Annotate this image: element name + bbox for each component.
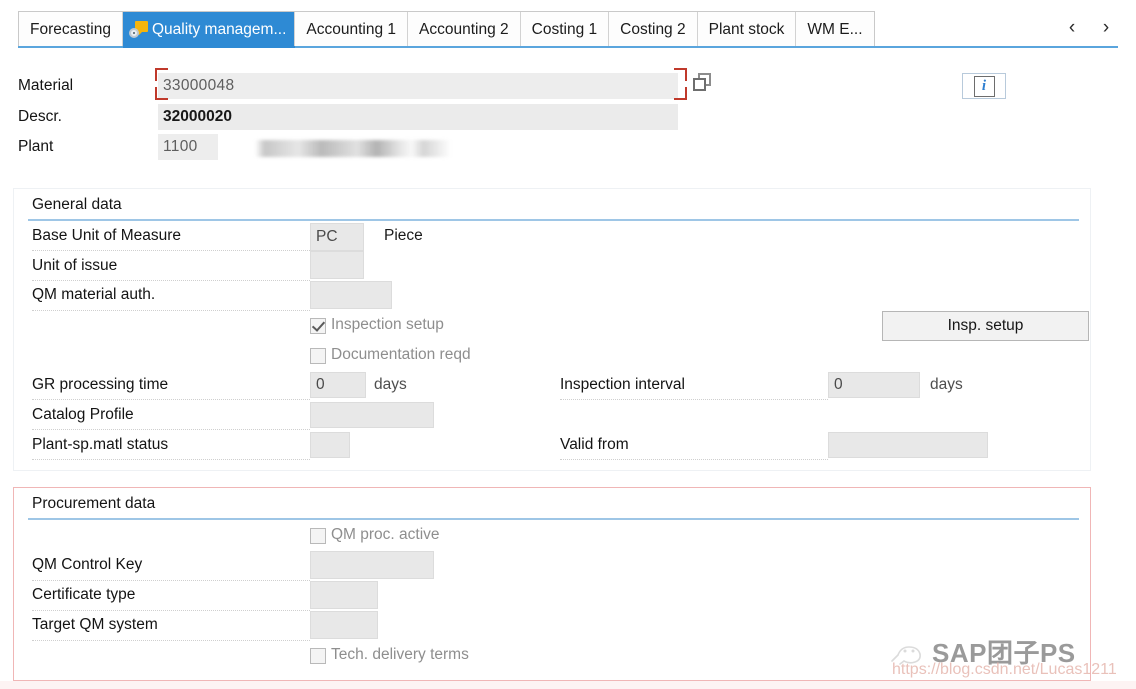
material-label: Material <box>18 77 74 94</box>
gr-processing-time-input[interactable]: 0 <box>310 372 366 398</box>
tab-plant-stock[interactable]: Plant stock <box>697 12 797 47</box>
gr-processing-time-label: GR processing time <box>32 376 169 393</box>
field-underline <box>32 579 310 581</box>
tab-label: Plant stock <box>708 20 785 38</box>
material-row: Material 33000048 <box>18 72 678 100</box>
general-data-title: General data <box>32 196 122 213</box>
tab-label: Accounting 1 <box>306 20 397 38</box>
tab-active-indicator <box>122 46 296 48</box>
tab-label: Forecasting <box>30 20 111 38</box>
unit-of-issue-input[interactable] <box>310 251 364 279</box>
tab-label: Costing 1 <box>531 20 598 38</box>
plant-description-redacted <box>255 140 451 157</box>
target-qm-system-input[interactable] <box>310 611 378 639</box>
procurement-data-rule <box>28 518 1079 520</box>
certificate-type-label: Certificate type <box>32 586 136 603</box>
plant-row: Plant 1100 <box>18 133 218 161</box>
insp-setup-button[interactable]: Insp. setup <box>882 311 1089 341</box>
plant-input[interactable]: 1100 <box>158 134 218 160</box>
tab-label: WM E... <box>807 20 863 38</box>
gr-processing-time-unit: days <box>374 376 407 393</box>
qm-control-key-label: QM Control Key <box>32 556 143 573</box>
documentation-reqd-label: Documentation reqd <box>331 346 471 363</box>
inspection-interval-label: Inspection interval <box>560 376 685 393</box>
plant-sp-matl-status-input[interactable] <box>310 432 350 458</box>
valid-from-label: Valid from <box>560 436 629 453</box>
tab-forecasting[interactable]: Forecasting <box>19 12 123 47</box>
plant-sp-matl-status-label: Plant-sp.matl status <box>32 436 169 453</box>
tab-quality-management[interactable]: Quality managem... <box>122 12 296 47</box>
field-underline <box>32 398 310 400</box>
field-underline <box>32 639 310 641</box>
descr-row: Descr. 32000020 <box>18 103 678 131</box>
descr-input[interactable]: 32000020 <box>158 104 678 130</box>
qm-material-auth-input[interactable] <box>310 281 392 309</box>
tech-delivery-terms-label: Tech. delivery terms <box>331 646 469 663</box>
general-data-panel: General data Base Unit of Measure PC Pie… <box>13 188 1091 471</box>
catalog-profile-input[interactable] <box>310 402 434 428</box>
certificate-type-input[interactable] <box>310 581 378 609</box>
field-underline <box>32 458 310 460</box>
procurement-data-title: Procurement data <box>32 495 156 512</box>
info-icon[interactable]: i <box>962 73 1006 99</box>
tab-label: Quality managem... <box>151 20 287 38</box>
tab-costing-2[interactable]: Costing 2 <box>609 12 698 47</box>
qm-control-key-input[interactable] <box>310 551 434 579</box>
catalog-profile-label: Catalog Profile <box>32 406 134 423</box>
qm-proc-active-checkbox[interactable] <box>310 528 326 544</box>
descr-label: Descr. <box>18 108 62 125</box>
plant-label: Plant <box>18 138 54 155</box>
field-underline <box>32 428 310 430</box>
tab-accounting-2[interactable]: Accounting 2 <box>408 12 521 47</box>
base-unit-of-measure-text: Piece <box>384 227 423 244</box>
inspection-interval-unit: days <box>930 376 963 393</box>
tab-bar: Forecasting Quality managem... Accountin… <box>0 0 1136 52</box>
inspection-setup-checkbox[interactable] <box>310 318 326 334</box>
tech-delivery-terms-checkbox[interactable] <box>310 648 326 664</box>
valid-from-input[interactable] <box>828 432 988 458</box>
field-underline <box>32 309 310 311</box>
tab-label: Costing 2 <box>620 20 686 38</box>
field-underline <box>32 249 310 251</box>
tab-accounting-1[interactable]: Accounting 1 <box>295 12 409 47</box>
base-unit-of-measure-input[interactable]: PC <box>310 223 364 251</box>
tab-scroll-left-icon[interactable]: ‹ <box>1060 14 1084 42</box>
inspection-interval-input[interactable]: 0 <box>828 372 920 398</box>
procurement-data-panel: Procurement data QM proc. active QM Cont… <box>13 487 1091 681</box>
tab-scroll-right-icon[interactable]: › <box>1094 14 1118 42</box>
inspection-setup-label: Inspection setup <box>331 316 444 333</box>
material-input[interactable]: 33000048 <box>158 73 678 99</box>
field-underline <box>560 458 828 460</box>
target-qm-system-label: Target QM system <box>32 616 158 633</box>
tab-label: Accounting 2 <box>419 20 509 38</box>
documentation-reqd-checkbox[interactable] <box>310 348 326 364</box>
tab-wm-execution[interactable]: WM E... <box>796 12 874 47</box>
quality-management-icon <box>128 21 148 38</box>
tab-costing-1[interactable]: Costing 1 <box>520 12 610 47</box>
base-unit-of-measure-label: Base Unit of Measure <box>32 227 182 244</box>
info-glyph: i <box>973 75 995 97</box>
bottom-edge-strip <box>0 681 1136 689</box>
qm-material-auth-label: QM material auth. <box>32 286 156 303</box>
unit-of-issue-label: Unit of issue <box>32 257 118 274</box>
field-underline <box>560 398 828 400</box>
qm-proc-active-label: QM proc. active <box>331 526 440 543</box>
copy-icon[interactable] <box>690 71 718 97</box>
tab-strip: Forecasting Quality managem... Accountin… <box>18 11 875 47</box>
field-underline <box>32 279 310 281</box>
field-underline <box>32 609 310 611</box>
general-data-rule <box>28 219 1079 221</box>
